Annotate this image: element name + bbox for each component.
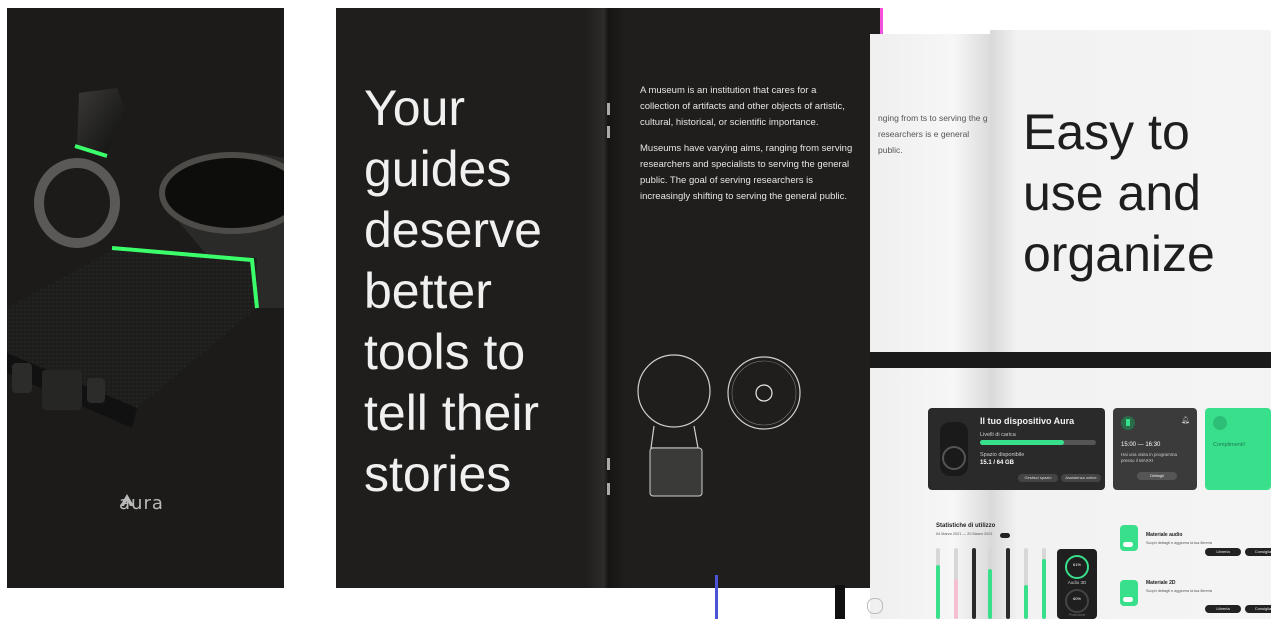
material-desc: Scopri dettagli e aggiorna la tua librer… (1146, 541, 1212, 545)
toggle-switch[interactable] (1123, 542, 1133, 547)
spread-headline: Your guides deserve better tools to tell… (364, 78, 594, 505)
headline-line: Your (364, 80, 466, 136)
gutter-tick (607, 103, 610, 115)
storage-label: Spazio disponibile (980, 452, 1025, 458)
page-footer-icon (867, 598, 883, 614)
usage-bar (972, 548, 976, 619)
bookmark-ribbon (835, 585, 845, 619)
page-edge-accent (715, 575, 718, 619)
brand-logo: aura (119, 493, 164, 514)
aura-logo-icon (120, 494, 134, 506)
cut-paragraph: nging from ts to serving the g researche… (878, 113, 988, 155)
material-title: Materiale audio (1146, 532, 1183, 538)
headline-line: organize (1023, 226, 1215, 282)
bookmark-icon (1121, 416, 1135, 430)
stats-range: 04 Marzo 2021 — 20 Marzo 2021 (936, 532, 993, 536)
headline-line: use and (1023, 165, 1201, 221)
usage-bar (1042, 548, 1046, 619)
gauge-label: Audio 3D (1067, 580, 1087, 585)
stats-toggle[interactable] (1000, 533, 1010, 538)
gauge-card: 61% Audio 3D 60% Protezione (1057, 549, 1097, 619)
usage-bar (1006, 548, 1010, 619)
gauge-value: 61% (1072, 562, 1081, 567)
usage-bar (936, 548, 940, 619)
gauge-ring (1065, 555, 1089, 579)
gauge-label: Protezione (1068, 613, 1086, 617)
schedule-card[interactable]: 🔔︎ 15:00 — 16:30 Hai una visita in progr… (1113, 408, 1197, 490)
cover-panel: aura (7, 8, 284, 588)
medal-icon (1213, 416, 1227, 430)
right-headline: Easy to use and organize (1023, 102, 1263, 285)
charge-label: Livelli di carica (980, 432, 1016, 438)
library-button[interactable]: Libreria (1205, 605, 1241, 613)
usage-bar (954, 548, 958, 619)
headline-line: stories (364, 446, 512, 502)
gutter-tick (607, 483, 610, 495)
headline-line: deserve (364, 202, 542, 258)
usage-bar (988, 548, 992, 619)
usage-bar (1024, 548, 1028, 619)
achievement-card[interactable]: Complimenti! (1205, 408, 1271, 490)
toggle-switch[interactable] (1123, 597, 1133, 602)
library-button[interactable]: Libreria (1205, 548, 1241, 556)
gutter-tick (607, 458, 610, 470)
online-support-button[interactable]: Assistenza online (1061, 474, 1101, 482)
headline-line: tell their (364, 385, 540, 441)
gutter-tick (607, 126, 610, 138)
bell-icon[interactable]: 🔔︎ (1181, 416, 1190, 424)
details-button[interactable]: Dettagli (1137, 472, 1177, 480)
schedule-time: 15:00 — 16:30 (1121, 442, 1161, 448)
2d-material-thumb (1120, 580, 1138, 606)
headline-line: Easy to (1023, 104, 1190, 160)
achievement-title: Complimenti! (1213, 442, 1246, 448)
audio-material-thumb (1120, 525, 1138, 551)
material-desc: Scopri dettagli e aggiorna la tua librer… (1146, 589, 1212, 593)
storage-value: 15.1 / 64 GB (980, 460, 1015, 466)
device-card[interactable]: Il tuo dispositivo Aura Livelli di caric… (928, 408, 1105, 490)
brochure-spread-right: nging from ts to serving the g researche… (715, 30, 1271, 619)
stats-title: Statistiche di utilizzo (936, 523, 996, 529)
device-ring-icon (942, 446, 966, 470)
dark-band (870, 352, 1271, 368)
gauge-value: 60% (1072, 596, 1081, 601)
headline-line: tools to (364, 324, 526, 380)
recommend-button[interactable]: Consiglia (1245, 605, 1271, 613)
device-card-title: Il tuo dispositivo Aura (980, 416, 1075, 426)
headline-line: better (364, 263, 492, 319)
material-title: Materiale 2D (1146, 580, 1176, 586)
charge-bar-fill (980, 440, 1064, 445)
charge-bar (980, 440, 1096, 445)
recommend-button[interactable]: Consiglia (1245, 548, 1271, 556)
headline-line: guides (364, 141, 512, 197)
device-thumbnail (940, 422, 968, 476)
gauge-ring (1065, 589, 1089, 613)
manage-space-button[interactable]: Gestisci spazio (1018, 474, 1058, 482)
schedule-desc: Hai una visita in programma presso il MA… (1121, 452, 1178, 463)
